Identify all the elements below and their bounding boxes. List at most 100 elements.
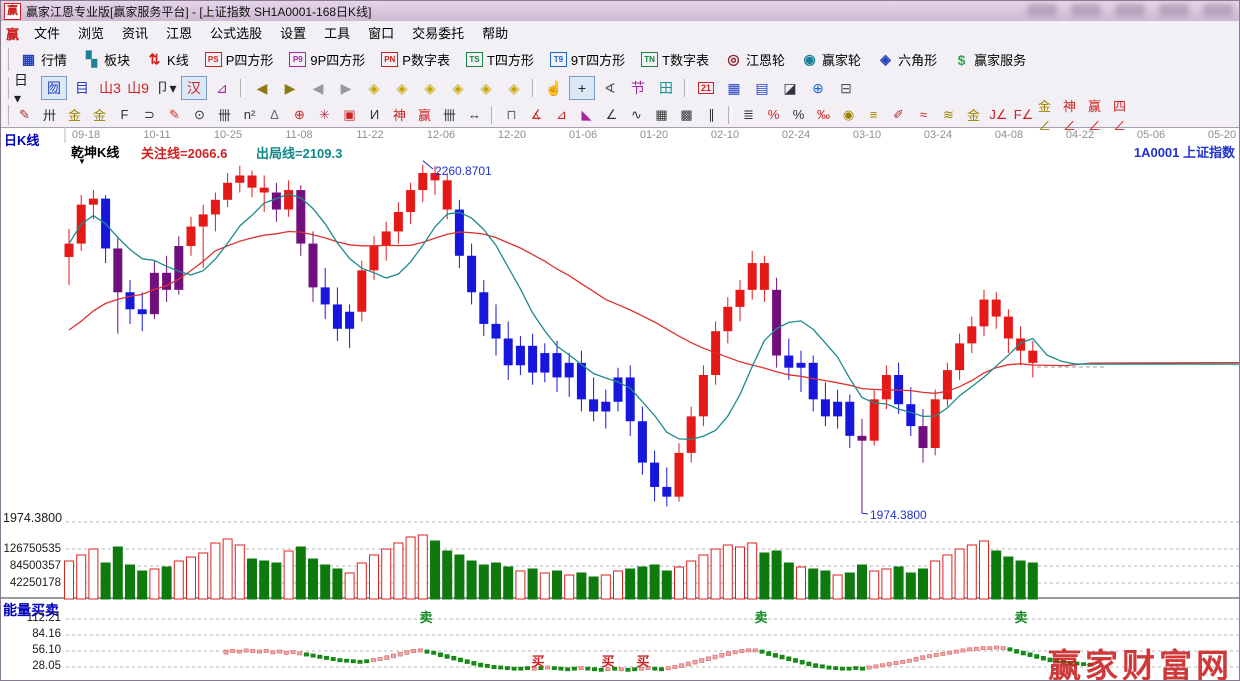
date-tick-03-24: 03-24 [924, 129, 952, 141]
indicator-candle [244, 649, 248, 652]
volume-bar [784, 563, 793, 599]
candle-body [223, 183, 232, 200]
volume-bar [272, 563, 281, 599]
indicator-candle [874, 665, 878, 668]
attention-line-value: 关注线=2066.6 [141, 143, 227, 162]
volume-bar [357, 563, 366, 599]
volume-bar [760, 553, 769, 599]
indicator-candle [559, 667, 563, 670]
volume-bar [748, 543, 757, 599]
date-tick-04-22: 04-22 [1066, 129, 1094, 141]
candle-body [589, 399, 598, 411]
volume-bar [150, 569, 159, 599]
chart-plot[interactable] [1, 1, 1240, 681]
candle-body [248, 175, 257, 187]
indicator-candle [767, 652, 771, 656]
candle-body [272, 193, 281, 210]
indicator-candle [499, 666, 503, 669]
volume-bar [797, 567, 806, 599]
indicator-candle [800, 660, 804, 664]
volume-bar [687, 561, 696, 599]
indicator-candle [291, 651, 295, 654]
volume-bar [711, 549, 720, 599]
low-price-annotation: 1974.3800 [870, 508, 927, 522]
date-tick-01-20: 01-20 [640, 129, 668, 141]
candle-body [748, 263, 757, 290]
volume-bar [894, 567, 903, 599]
volume-bar [174, 561, 183, 599]
indicator-candle [787, 657, 791, 661]
indicator-axis-label: 84.16 [3, 628, 61, 640]
indicator-candle [465, 660, 469, 664]
indicator-candle [1001, 647, 1005, 650]
indicator-candle [968, 648, 972, 651]
indicator-candle [251, 649, 255, 652]
volume-bar [553, 571, 562, 599]
candle-body [479, 292, 488, 324]
indicator-candle [988, 647, 992, 650]
indicator-axis-label: 56.10 [3, 644, 61, 656]
volume-bar [516, 571, 525, 599]
volume-bar [406, 537, 415, 599]
indicator-candle [492, 665, 496, 668]
date-tick-02-10: 02-10 [711, 129, 739, 141]
volume-axis-label: 84500357 [3, 560, 61, 572]
indicator-candle [680, 664, 684, 668]
site-watermark: 赢家财富网 [1048, 639, 1233, 681]
indicator-candle [378, 657, 382, 660]
indicator-axis-label: 112.21 [3, 612, 61, 624]
indicator-candle [894, 661, 898, 664]
indicator-candle [961, 649, 965, 652]
volume-bar [431, 541, 440, 599]
candle-body [370, 246, 379, 270]
volume-axis-label: 126750535 [3, 543, 61, 555]
indicator-candle [1041, 656, 1045, 660]
date-tick-01-06: 01-06 [569, 129, 597, 141]
peak-annotation-leader [423, 161, 433, 169]
indicator-candle [264, 649, 268, 652]
candle-body [345, 312, 354, 329]
indicator-candle [840, 667, 844, 670]
indicator-candle [231, 649, 235, 652]
date-tick-02-24: 02-24 [782, 129, 810, 141]
candle-body [443, 180, 452, 209]
indicator-candle [981, 647, 985, 650]
candle-body [919, 426, 928, 448]
volume-bar [333, 569, 342, 599]
volume-bar [650, 565, 659, 599]
volume-bar [260, 561, 269, 599]
volume-bar [248, 559, 257, 599]
buy-signal-marker: 买 [636, 651, 649, 670]
volume-bar [980, 541, 989, 599]
volume-bar [931, 561, 940, 599]
candle-body [955, 343, 964, 370]
volume-bar [296, 547, 305, 599]
volume-bar [565, 575, 574, 599]
indicator-candle [579, 667, 583, 670]
kline-type-dropdown-icon[interactable]: ▼ [78, 157, 86, 166]
candle-body [1028, 351, 1037, 363]
indicator-candle [820, 665, 824, 668]
low-annotation-leader [862, 513, 868, 514]
indicator-candle [733, 651, 737, 654]
candle-body [89, 199, 98, 205]
volume-bar [138, 571, 147, 599]
volume-bar [394, 543, 403, 599]
candle-body [699, 375, 708, 416]
indicator-candle [311, 654, 315, 657]
date-tick-09-18: 09-18 [72, 129, 100, 141]
volume-bar [479, 565, 488, 599]
indicator-candle [673, 665, 677, 668]
sell-signal-marker: 卖 [754, 607, 767, 626]
indicator-candle [974, 647, 978, 650]
volume-bar [601, 575, 610, 599]
volume-bar [943, 555, 952, 599]
indicator-candle [552, 667, 556, 670]
date-tick-05-20: 05-20 [1208, 129, 1236, 141]
indicator-candle [351, 660, 355, 663]
volume-bar [199, 553, 208, 599]
volume-bar [418, 535, 427, 599]
candle-body [504, 339, 513, 366]
volume-bar [467, 561, 476, 599]
indicator-candle [525, 667, 529, 670]
